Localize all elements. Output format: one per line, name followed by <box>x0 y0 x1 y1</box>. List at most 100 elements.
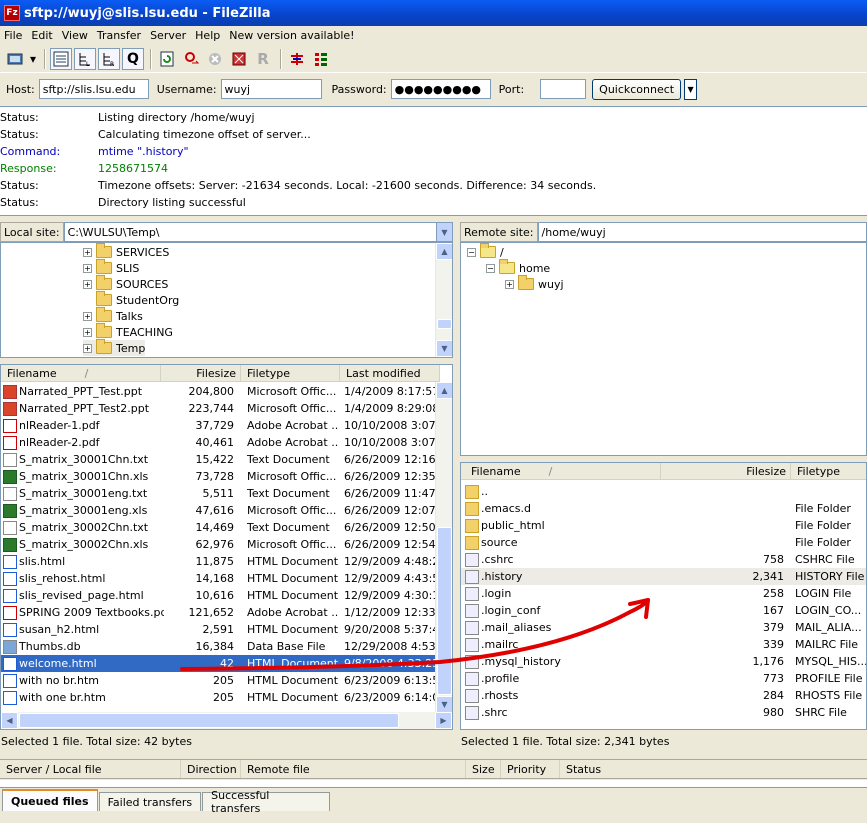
message-log[interactable]: Status: Listing directory /home/wuyj Stat… <box>0 106 867 216</box>
table-row[interactable]: .profile 773 PROFILE File <box>461 670 866 687</box>
table-row[interactable]: .mail_aliases 379 MAIL_ALIA... <box>461 619 866 636</box>
tab-failed-transfers[interactable]: Failed transfers <box>98 792 202 811</box>
local-dir-tree[interactable]: + SERVICES + SLIS + SOURCES StudentOrg + Tal… <box>0 242 453 358</box>
table-row[interactable]: slis_rehost.html 14,168 HTML Document 12/9/… <box>1 570 437 587</box>
table-row[interactable]: S_matrix_30001Chn.xls 73,728 Microsoft Off… <box>1 468 437 485</box>
toggle-remote-tree-icon[interactable]: R <box>98 47 120 70</box>
table-row[interactable]: .shrc 980 SHRC File <box>461 704 866 721</box>
column-filetype[interactable]: Filetype <box>791 463 866 480</box>
port-input[interactable] <box>540 79 587 99</box>
table-row[interactable]: .cshrc 758 CSHRC File <box>461 551 866 568</box>
table-row[interactable]: Narrated_PPT_Test2.ppt 223,744 Microsoft O… <box>1 400 437 417</box>
collapse-icon[interactable]: − <box>467 247 476 257</box>
column-last-modified[interactable]: Last modified <box>340 365 440 382</box>
tree-item[interactable]: + SOURCES <box>83 275 168 292</box>
expand-icon[interactable]: + <box>83 247 92 257</box>
collapse-icon[interactable]: − <box>486 263 495 273</box>
host-input[interactable] <box>38 79 149 99</box>
local-file-list[interactable]: Filename / Filesize Filetype Last modifie… <box>0 364 453 730</box>
refresh-icon[interactable] <box>156 48 178 70</box>
table-row[interactable]: S_matrix_30002Chn.xls 62,976 Microsoft Off… <box>1 536 437 553</box>
expand-icon[interactable]: + <box>505 279 514 289</box>
expand-icon[interactable]: + <box>83 327 92 337</box>
scroll-thumb[interactable] <box>19 713 399 728</box>
menu-new-version[interactable]: New version available! <box>229 29 361 42</box>
scroll-down-icon[interactable]: ▼ <box>436 696 452 713</box>
table-row[interactable]: susan_h2.html 2,591 HTML Document 9/20/2008… <box>1 621 437 638</box>
queue-list[interactable] <box>0 780 867 788</box>
scroll-down-icon[interactable]: ▼ <box>436 340 452 357</box>
tree-item[interactable]: + SLIS <box>83 259 139 276</box>
compare-icon[interactable] <box>286 48 308 70</box>
table-row[interactable]: with no br.htm 205 HTML Document 6/23/2009 … <box>1 672 437 689</box>
menu-view[interactable]: View <box>62 29 95 42</box>
local-tree-scrollbar[interactable]: ▲ ▼ <box>435 243 452 357</box>
local-list-hscrollbar[interactable]: ◀ ▶ <box>1 712 452 729</box>
tree-item[interactable]: + TEACHING <box>83 323 173 340</box>
local-site-path[interactable]: C:\WULSU\Temp\ ▼ <box>63 222 453 242</box>
menu-server[interactable]: Server <box>150 29 193 42</box>
scroll-right-icon[interactable]: ▶ <box>435 712 452 729</box>
queue-column-status[interactable]: Status <box>560 760 860 778</box>
scroll-thumb[interactable] <box>437 319 452 329</box>
table-row[interactable]: .mysql_history 1,176 MYSQL_HIS... <box>461 653 866 670</box>
expand-icon[interactable]: + <box>83 343 92 353</box>
toggle-queue-icon[interactable]: Q <box>122 47 144 70</box>
queue-column-remote-file[interactable]: Remote file <box>241 760 466 778</box>
table-row[interactable]: Narrated_PPT_Test.ppt 204,800 Microsoft Of… <box>1 383 437 400</box>
column-filetype[interactable]: Filetype <box>241 365 340 382</box>
process-queue-icon[interactable] <box>180 48 202 70</box>
scroll-up-icon[interactable]: ▲ <box>436 243 452 260</box>
chevron-down-icon[interactable]: ▼ <box>436 223 452 241</box>
table-row[interactable]: S_matrix_30001Chn.txt 15,422 Text Document… <box>1 451 437 468</box>
table-row[interactable]: .rhosts 284 RHOSTS File <box>461 687 866 704</box>
scroll-thumb[interactable] <box>437 527 452 695</box>
cancel-icon[interactable] <box>204 48 226 70</box>
table-row[interactable]: .emacs.d File Folder <box>461 500 866 517</box>
column-filename[interactable]: Filename / <box>1 365 161 382</box>
table-row[interactable]: S_matrix_30001eng.xls 47,616 Microsoft Off… <box>1 502 437 519</box>
scroll-up-icon[interactable]: ▲ <box>436 382 452 399</box>
tree-item-selected[interactable]: + Temp <box>83 339 146 356</box>
table-row[interactable]: .. <box>461 483 866 500</box>
remote-dir-tree[interactable]: − / − home + wuyj <box>460 242 867 456</box>
tab-successful-transfers[interactable]: Successful transfers <box>202 789 331 815</box>
table-row[interactable]: slis.html 11,875 HTML Document 12/9/2009 4:… <box>1 553 437 570</box>
table-row[interactable]: nlReader-2.pdf 40,461 Adobe Acrobat ... 10/… <box>1 434 437 451</box>
menu-help[interactable]: Help <box>195 29 227 42</box>
remote-file-list[interactable]: Filename / Filesize Filetype .. .emacs.d Fi… <box>460 462 867 730</box>
expand-icon[interactable]: + <box>83 311 92 321</box>
table-row[interactable]: S_matrix_30001eng.txt 5,511 Text Document 6… <box>1 485 437 502</box>
table-row[interactable]: S_matrix_30002Chn.txt 14,469 Text Document… <box>1 519 437 536</box>
table-row[interactable]: Thumbs.db 16,384 Data Base File 12/29/2008 … <box>1 638 437 655</box>
remote-site-path[interactable]: /home/wuyj <box>537 222 867 242</box>
table-row[interactable]: with one br.htm 205 HTML Document 6/23/2009… <box>1 689 437 706</box>
reconnect-icon[interactable]: R <box>252 48 274 70</box>
queue-column-local-file[interactable]: Server / Local file <box>0 760 181 778</box>
password-input[interactable] <box>390 79 491 99</box>
quickconnect-button[interactable]: Quickconnect <box>592 78 682 100</box>
tree-item[interactable]: + wuyj <box>505 275 564 292</box>
expand-icon[interactable]: + <box>83 279 92 289</box>
disconnect-icon[interactable] <box>228 48 250 70</box>
tree-item[interactable]: − home <box>486 259 550 276</box>
local-list-scrollbar[interactable]: ▲ ▼ <box>435 382 452 713</box>
tree-item[interactable]: + Talks <box>83 307 143 324</box>
tree-item[interactable]: + SERVICES <box>83 243 169 260</box>
queue-column-size[interactable]: Size <box>466 760 501 778</box>
quickconnect-dropdown-icon[interactable]: ▼ <box>684 78 698 100</box>
table-row[interactable]: welcome.html 42 HTML Document 9/8/2008 4:33… <box>1 655 437 672</box>
table-row[interactable]: nlReader-1.pdf 37,729 Adobe Acrobat ... 10/… <box>1 417 437 434</box>
column-filesize[interactable]: Filesize <box>161 365 241 382</box>
column-filesize[interactable]: Filesize <box>661 463 791 480</box>
menu-file[interactable]: File <box>4 29 29 42</box>
toggle-local-tree-icon[interactable]: L <box>74 47 96 70</box>
site-manager-icon[interactable] <box>4 48 26 70</box>
tab-queued-files[interactable]: Queued files <box>2 789 98 811</box>
tree-item[interactable]: StudentOrg <box>96 291 179 308</box>
scroll-left-icon[interactable]: ◀ <box>1 712 18 729</box>
table-row[interactable]: .mailrc 339 MAILRC File <box>461 636 866 653</box>
table-row[interactable]: SPRING 2009 Textbooks.pdf 121,652 Adobe Ac… <box>1 604 437 621</box>
toggle-message-log-icon[interactable] <box>50 47 72 70</box>
username-input[interactable] <box>220 79 322 99</box>
